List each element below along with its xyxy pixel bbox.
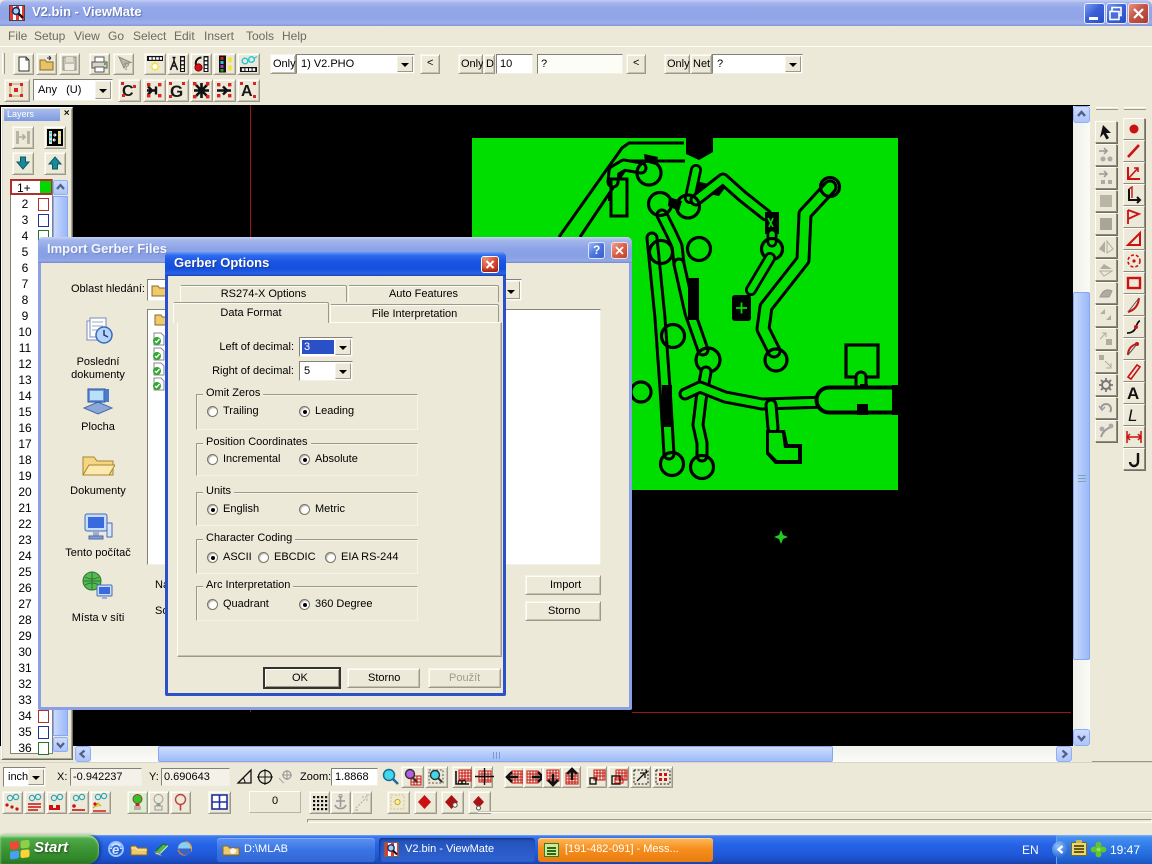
svg-text:C: C bbox=[122, 83, 134, 100]
svg-text:?: ? bbox=[123, 61, 130, 73]
svg-text:A: A bbox=[241, 83, 253, 100]
svg-text:L: L bbox=[1128, 406, 1137, 425]
svg-text:e: e bbox=[112, 842, 119, 857]
svg-text:A: A bbox=[1127, 384, 1139, 403]
